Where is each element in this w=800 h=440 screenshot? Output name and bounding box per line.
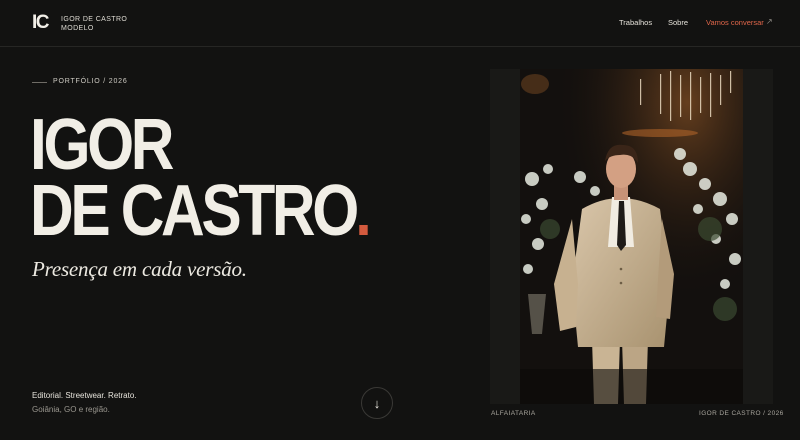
nav-link-work[interactable]: Trabalhos	[619, 18, 652, 27]
hero-photo	[520, 69, 743, 404]
model-portrait-image	[520, 69, 743, 404]
photo-caption-credit: IGOR DE CASTRO / 2026	[699, 410, 784, 417]
accent-square-icon	[359, 225, 368, 235]
eyebrow-label: PORTFÓLIO / 2026	[53, 78, 128, 85]
hero-title-line2-text: DE CASTRO	[30, 171, 359, 251]
hero-title-line2: DE CASTRO	[30, 175, 368, 247]
photo-caption-category: ALFAIATARIA	[491, 410, 536, 417]
nav-link-contact[interactable]: Vamos conversar	[706, 18, 764, 27]
brand-name-line2: MODELO	[61, 25, 94, 32]
eyebrow-divider	[32, 82, 47, 83]
brand-name-line1: IGOR DE CASTRO	[61, 16, 128, 23]
hero-location: Goiânia, GO e região.	[32, 405, 110, 414]
arrow-up-right-icon[interactable]: ↗	[766, 17, 773, 26]
hero-tagline: Presença em cada versão.	[32, 257, 247, 281]
nav-link-about[interactable]: Sobre	[668, 18, 688, 27]
logo[interactable]: IC	[32, 12, 50, 34]
scroll-down-button[interactable]: ↓	[361, 387, 393, 419]
brand-name: IGOR DE CASTRO MODELO	[61, 15, 127, 33]
hero-title-line1: IGOR	[30, 105, 174, 185]
arrow-down-icon: ↓	[373, 395, 381, 411]
site-header: IC IGOR DE CASTRO MODELO Trabalhos Sobre…	[0, 0, 800, 47]
hero-description: Editorial. Streetwear. Retrato.	[32, 391, 137, 400]
hero-photo-frame	[490, 69, 773, 404]
hero-title: IGOR DE CASTRO	[30, 105, 368, 247]
